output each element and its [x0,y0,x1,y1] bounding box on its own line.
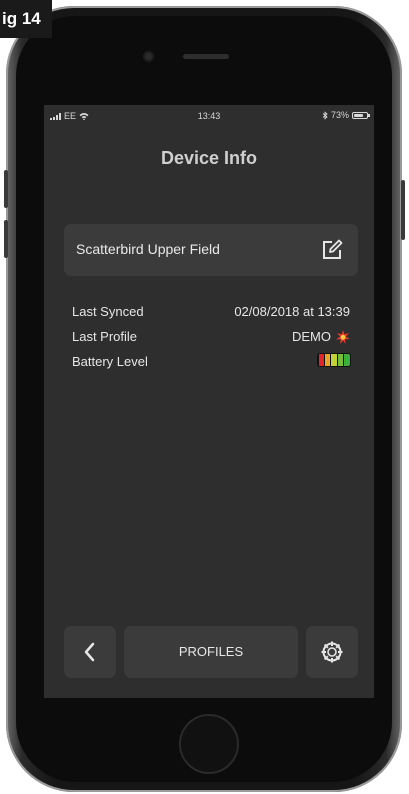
chevron-left-icon [84,642,95,662]
battery-icon [352,111,370,119]
earpiece-speaker [183,54,229,59]
app-screen: EE 13:43 73% Device Info Scatterbird Upp… [44,105,374,698]
battery-level-row: Battery Level [72,354,350,372]
volume-button [4,220,8,258]
figure-label: ig 14 [0,0,52,38]
last-profile-row: Last Profile DEMO [72,329,350,347]
battery-level-label: Battery Level [72,354,148,369]
home-button[interactable] [179,714,239,774]
device-name-card: Scatterbird Upper Field [64,224,358,276]
battery-segment [324,354,331,366]
front-camera [145,53,152,60]
last-synced-label: Last Synced [72,304,144,319]
battery-percent: 73% [330,110,349,120]
battery-segment [337,354,344,366]
power-button [401,180,405,240]
edit-icon[interactable] [320,238,344,262]
settings-button[interactable] [306,626,358,678]
battery-level-icon [318,354,350,366]
status-right: 73% [322,110,370,120]
battery-segment [344,354,350,366]
battery-segment [318,354,324,366]
back-button[interactable] [64,626,116,678]
page-title: Device Info [160,148,258,168]
volume-button [4,170,8,208]
battery-segment [331,354,337,366]
last-synced-value: 02/08/2018 at 13:39 [234,304,350,319]
battery-level-value [318,354,350,366]
bottom-toolbar: PROFILES [64,626,358,678]
bluetooth-icon [322,110,328,120]
status-bar: EE 13:43 73% [44,105,374,127]
device-name: Scatterbird Upper Field [76,241,220,257]
burst-icon [336,329,350,344]
last-synced-row: Last Synced 02/08/2018 at 13:39 [72,304,350,322]
last-profile-value: DEMO [292,329,331,344]
last-profile-value-wrap: DEMO [292,329,350,344]
gear-icon [321,641,343,663]
last-profile-label: Last Profile [72,329,138,344]
profiles-button[interactable]: PROFILES [124,626,298,678]
